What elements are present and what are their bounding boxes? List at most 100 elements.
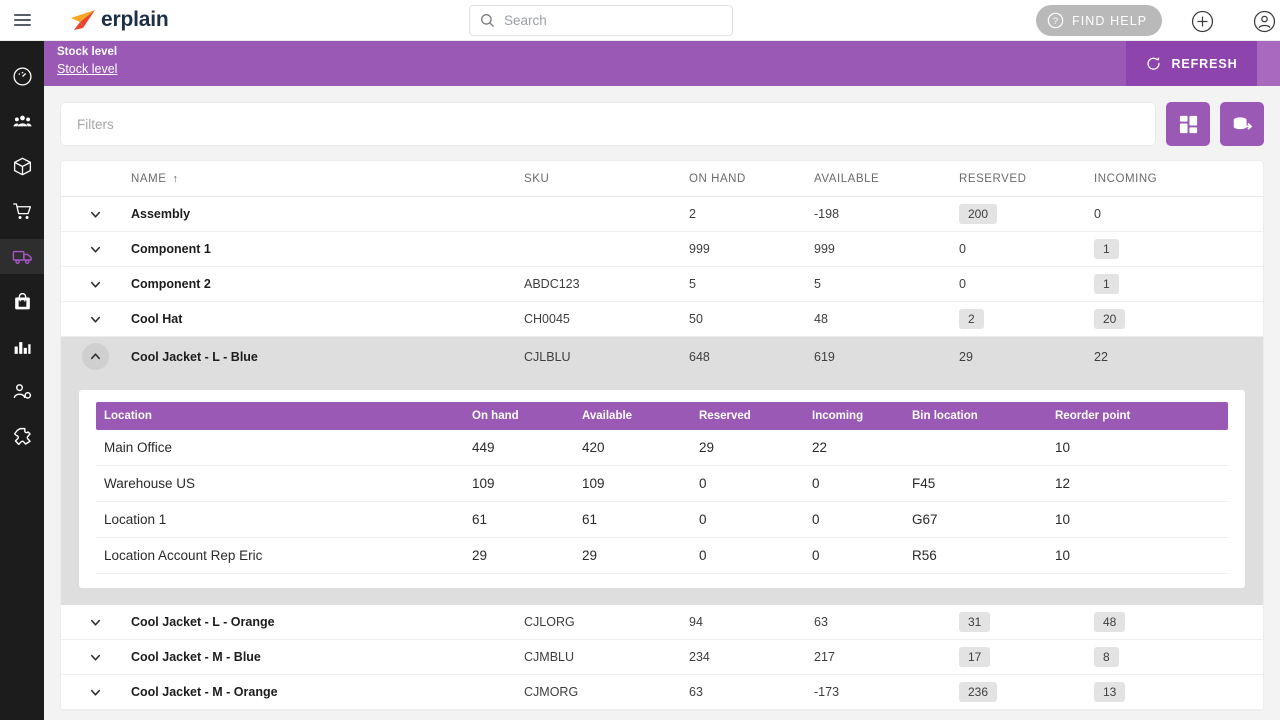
cell-on-hand: 648 [689,349,710,364]
refresh-icon [1147,57,1161,70]
row-collapse-toggle[interactable] [61,343,129,370]
cell-incoming-badge: 8 [1094,647,1119,667]
table-row[interactable]: Component 1 999 999 0 1 [61,232,1263,267]
detail-row[interactable]: Location Account Rep Eric 29 29 0 0 R56 … [96,537,1228,574]
chevron-down-icon [89,313,102,326]
sidebar-item-integrations[interactable] [0,419,44,454]
cell-sku: CJLBLU [524,349,571,364]
row-expand-toggle[interactable] [61,616,129,629]
sidebar-item-inventory[interactable] [0,239,44,274]
detail-cell-available: 29 [574,537,691,574]
column-header-name[interactable]: NAME ↑ [129,173,524,185]
detail-cell-location: Location Account Rep Eric [96,537,464,574]
cell-incoming-badge: 1 [1094,239,1119,259]
table-row[interactable]: Component 2 ABDC123 5 5 0 1 [61,267,1263,302]
cell-available: 5 [814,277,821,291]
search-placeholder: Search [504,13,547,28]
breadcrumb[interactable]: Stock level [57,60,117,78]
export-data-button[interactable] [1220,102,1264,146]
column-header-incoming[interactable]: INCOMING [1094,173,1254,185]
row-expand-toggle[interactable] [61,686,129,699]
detail-column-bin-location: Bin location [904,402,1047,430]
table-row[interactable]: Assembly 2 -198 200 0 [61,197,1263,232]
sidebar-item-products[interactable] [0,149,44,184]
plus-circle-icon[interactable] [1189,8,1215,34]
filters-input[interactable]: Filters [60,102,1156,146]
cell-available: 217 [814,650,835,664]
search-input[interactable]: Search [469,5,733,36]
cell-incoming-badge: 48 [1094,612,1126,632]
bar-chart-icon [14,342,31,354]
column-label-name: NAME [131,172,167,185]
filters-placeholder: Filters [77,116,114,132]
row-expand-toggle[interactable] [61,313,129,326]
sidebar-item-purchasing[interactable] [0,284,44,319]
table-row[interactable]: Cool Hat CH0045 50 48 2 20 [61,302,1263,337]
banner-title-group: Stock level Stock level [57,45,117,78]
sidebar-item-reports[interactable] [0,329,44,364]
detail-cell-available: 109 [574,465,691,502]
cell-incoming-badge: 20 [1094,309,1126,329]
refresh-button[interactable]: REFRESH [1126,41,1257,86]
detail-row[interactable]: Warehouse US 109 109 0 0 F45 12 [96,465,1228,502]
cell-reserved-badge: 2 [959,309,984,329]
cell-name: Component 1 [131,242,211,256]
cell-incoming: 0 [1094,207,1101,221]
detail-cell-incoming: 0 [804,501,904,538]
row-expand-toggle[interactable] [61,651,129,664]
sidebar-item-users[interactable] [0,374,44,409]
hamburger-icon[interactable] [0,0,44,41]
question-circle-icon: ? [1047,12,1064,29]
cell-available: 999 [814,242,835,256]
columns-layout-button[interactable] [1166,102,1210,146]
database-export-icon [1233,117,1252,130]
cell-reserved-badge: 200 [959,204,998,224]
column-header-reserved[interactable]: RESERVED [959,173,1094,185]
refresh-label: REFRESH [1171,56,1238,71]
cell-reserved-badge: 17 [959,647,991,667]
top-header: erplain Search ? FIND HELP [0,0,1280,41]
detail-column-reorder-point: Reorder point [1047,402,1228,430]
cell-reserved-badge: 236 [959,682,998,702]
detail-cell-reorder: 12 [1047,465,1228,502]
user-circle-icon[interactable] [1251,8,1277,34]
row-expand-toggle[interactable] [61,208,129,221]
row-expand-toggle[interactable] [61,243,129,256]
cell-on-hand: 999 [689,242,710,256]
gauge-icon [12,67,32,86]
row-expand-toggle[interactable] [61,278,129,291]
puzzle-icon [13,427,31,446]
sidebar-item-sales[interactable] [0,194,44,229]
find-help-label: FIND HELP [1072,13,1148,28]
sidebar-item-dashboard[interactable] [0,59,44,94]
table-row[interactable]: Cool Jacket - M - Blue CJMBLU 234 217 17… [61,640,1263,675]
detail-row[interactable]: Main Office 449 420 29 22 10 [96,430,1228,466]
detail-cell-on-hand: 449 [464,430,574,466]
detail-cell-bin: R56 [904,537,1047,574]
table-row[interactable]: Cool Jacket - L - Orange CJLORG 94 63 31… [61,605,1263,640]
detail-row[interactable]: Location 1 61 61 0 0 G67 10 [96,501,1228,538]
cell-name: Cool Jacket - L - Blue [131,349,258,364]
cell-on-hand: 2 [689,207,696,221]
chevron-down-icon [89,651,102,664]
chevron-down-icon [89,616,102,629]
page-title: Stock level [57,46,118,58]
sidebar-item-customers[interactable] [0,104,44,139]
bag-icon [14,293,30,310]
column-header-available[interactable]: AVAILABLE [814,173,959,185]
cell-available: -173 [814,685,840,699]
cell-incoming-badge: 1 [1094,274,1119,294]
detail-column-incoming: Incoming [804,402,904,430]
column-header-on-hand[interactable]: ON HAND [689,173,814,185]
column-header-sku[interactable]: SKU [524,173,689,185]
detail-cell-location: Main Office [96,430,464,466]
cell-on-hand: 50 [689,312,703,326]
cell-name: Component 2 [131,277,211,291]
cell-on-hand: 234 [689,650,710,664]
stock-level-table: NAME ↑ SKU ON HAND AVAILABLE RESERVED INC… [60,160,1264,711]
table-row[interactable]: Cool Jacket - M - Orange CJMORG 63 -173 … [61,675,1263,710]
table-row-expanded[interactable]: Cool Jacket - L - Blue CJLBLU 648 619 29… [61,337,1263,376]
left-sidebar [0,41,44,720]
find-help-button[interactable]: ? FIND HELP [1036,5,1163,36]
people-icon [12,115,32,127]
